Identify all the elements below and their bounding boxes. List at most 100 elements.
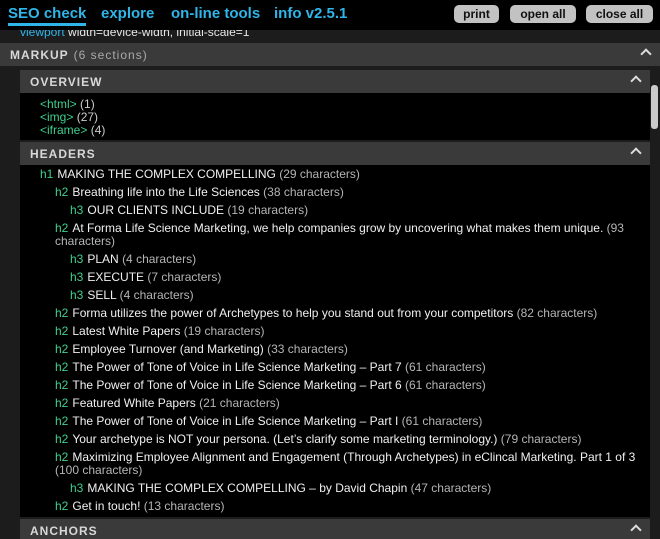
overview-item: <img> (27): [40, 110, 98, 124]
header-item: h2 The Power of Tone of Voice in Life Sci…: [55, 361, 640, 374]
overview-tag: <html>: [40, 97, 77, 111]
section-markup-title: MARKUP: [10, 47, 69, 62]
header-text: MAKING THE COMPLEX COMPELLING: [57, 167, 276, 181]
overview-tag: <img>: [40, 110, 74, 124]
header-text: OUR CLIENTS INCLUDE: [87, 203, 225, 217]
chevron-up-icon[interactable]: [630, 524, 642, 536]
header-text: SELL: [87, 288, 117, 302]
header-text: At Forma Life Science Marketing, we help…: [72, 221, 604, 235]
header-char-count: (82 characters): [516, 306, 598, 320]
section-anchors-title: ANCHORS: [30, 523, 98, 538]
header-text: EXECUTE: [87, 270, 145, 284]
header-item: h2 The Power of Tone of Voice in Life Sci…: [55, 379, 640, 392]
meta-value: width=device-width, initial-scale=1: [68, 30, 250, 39]
header-level: h3: [70, 203, 84, 217]
header-char-count: (19 characters): [183, 324, 265, 338]
header-level: h2: [55, 378, 69, 392]
header-item: h2 Featured White Papers (21 characters): [55, 397, 640, 410]
meta-viewport-line: viewport width=device-width, initial-sca…: [20, 30, 249, 39]
header-char-count: (4 characters): [122, 252, 197, 266]
print-button[interactable]: print: [454, 5, 499, 23]
header-char-count: (7 characters): [147, 270, 222, 284]
chevron-up-icon[interactable]: [640, 48, 652, 60]
tab-explore[interactable]: explore: [101, 5, 154, 22]
header-text: Featured White Papers: [72, 396, 196, 410]
headers-panel: h1 MAKING THE COMPLEX COMPELLING (29 char…: [20, 165, 650, 517]
header-text: The Power of Tone of Voice in Life Scien…: [72, 414, 399, 428]
header-level: h2: [55, 450, 69, 464]
overview-tag: <iframe>: [40, 123, 88, 137]
header-text: Breathing life into the Life Sciences: [72, 185, 260, 199]
header-level: h2: [55, 360, 69, 374]
overview-panel: <html> (1) <img> (27) <iframe> (4): [20, 93, 650, 140]
header-level: h2: [55, 342, 69, 356]
header-text: PLAN: [87, 252, 119, 266]
header-level: h2: [55, 185, 69, 199]
header-level: h2: [55, 221, 69, 235]
report-content: viewport width=device-width, initial-sca…: [0, 30, 660, 539]
header-item: h2 Breathing life into the Life Sciences …: [55, 186, 640, 199]
header-char-count: (33 characters): [267, 342, 348, 356]
header-item: h2 Get in touch! (13 characters): [55, 500, 640, 513]
header-item: h3 OUR CLIENTS INCLUDE (19 characters): [70, 204, 640, 217]
header-char-count: (13 characters): [143, 499, 225, 513]
overview-item: <iframe> (4): [40, 123, 105, 137]
header-char-count: (100 characters): [55, 463, 143, 477]
chevron-up-icon[interactable]: [630, 75, 642, 87]
section-markup-header[interactable]: MARKUP (6 sections): [0, 43, 660, 66]
overview-count: (4): [90, 123, 106, 137]
top-nav-bar: SEO check explore on-line tools info v2.…: [0, 0, 660, 30]
header-char-count: (29 characters): [279, 167, 360, 181]
header-char-count: (21 characters): [199, 396, 280, 410]
header-level: h2: [55, 324, 69, 338]
header-level: h2: [55, 499, 69, 513]
header-item: h2 The Power of Tone of Voice in Life Sci…: [55, 415, 640, 428]
header-level: h3: [70, 481, 84, 495]
overview-item: <html> (1): [40, 97, 95, 111]
vertical-scrollbar-thumb[interactable]: [651, 85, 658, 129]
header-level: h2: [55, 414, 69, 428]
header-char-count: (4 characters): [119, 288, 194, 302]
header-level: h2: [55, 432, 69, 446]
header-char-count: (47 characters): [410, 481, 492, 495]
section-headers-header[interactable]: HEADERS: [20, 142, 650, 165]
header-level: h2: [55, 396, 69, 410]
header-item: h2 Forma utilizes the power of Archetypes…: [55, 307, 640, 320]
header-char-count: (38 characters): [263, 185, 344, 199]
header-item: h2 Maximizing Employee Alignment and Enga…: [55, 451, 640, 477]
header-text: The Power of Tone of Voice in Life Scien…: [72, 378, 402, 392]
tab-online-tools[interactable]: on-line tools: [171, 5, 260, 22]
header-item: h2 Your archetype is NOT your persona. (L…: [55, 433, 640, 446]
header-text: Maximizing Employee Alignment and Engage…: [72, 450, 636, 464]
header-text: Latest White Papers: [72, 324, 181, 338]
tab-info[interactable]: info v2.5.1: [274, 5, 347, 22]
header-char-count: (79 characters): [500, 432, 582, 446]
header-item: h2 Latest White Papers (19 characters): [55, 325, 640, 338]
close-all-button[interactable]: close all: [586, 5, 653, 23]
header-item: h1 MAKING THE COMPLEX COMPELLING (29 char…: [40, 168, 640, 181]
section-anchors-header[interactable]: ANCHORS: [20, 519, 650, 539]
section-overview-header[interactable]: OVERVIEW: [20, 70, 650, 93]
header-item: h3 PLAN (4 characters): [70, 253, 640, 266]
overview-count: (27): [76, 110, 99, 124]
overview-count: (1): [80, 97, 95, 111]
header-char-count: (61 characters): [405, 378, 486, 392]
tab-seo-check[interactable]: SEO check: [8, 5, 87, 26]
header-item: h3 SELL (4 characters): [70, 289, 640, 302]
header-char-count: (19 characters): [227, 203, 309, 217]
header-text: Get in touch!: [72, 499, 141, 513]
chevron-up-icon[interactable]: [630, 147, 642, 159]
header-item: h2 At Forma Life Science Marketing, we he…: [55, 222, 640, 248]
header-char-count: (61 characters): [405, 360, 486, 374]
section-markup-count: (6 sections): [73, 47, 148, 62]
header-item: h3 MAKING THE COMPLEX COMPELLING – by Dav…: [70, 482, 640, 495]
open-all-button[interactable]: open all: [510, 5, 576, 23]
section-overview-title: OVERVIEW: [30, 74, 103, 89]
header-level: h3: [70, 288, 84, 302]
header-item: h2 Employee Turnover (and Marketing) (33 …: [55, 343, 640, 356]
header-level: h3: [70, 252, 84, 266]
header-item: h3 EXECUTE (7 characters): [70, 271, 640, 284]
header-level: h3: [70, 270, 84, 284]
header-level: h2: [55, 306, 69, 320]
header-text: Employee Turnover (and Marketing): [72, 342, 264, 356]
